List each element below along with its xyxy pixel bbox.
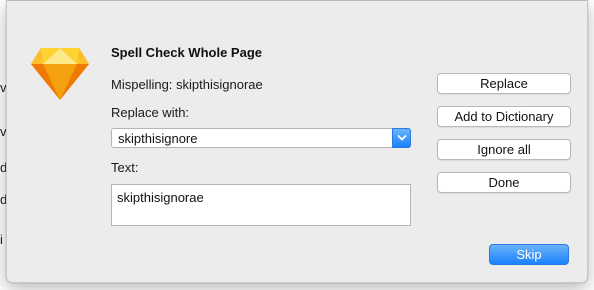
add-to-dictionary-button[interactable]: Add to Dictionary <box>437 106 571 127</box>
sketch-diamond-icon <box>29 42 91 104</box>
replace-button[interactable]: Replace <box>437 73 571 94</box>
done-button[interactable]: Done <box>437 172 571 193</box>
replace-with-combobox[interactable]: skipthisignore <box>111 128 411 148</box>
ignore-all-button[interactable]: Ignore all <box>437 139 571 160</box>
text-label: Text: <box>111 160 139 175</box>
dialog-title: Spell Check Whole Page <box>111 45 262 60</box>
text-area[interactable]: skipthisignorae <box>111 184 411 226</box>
replace-with-label: Replace with: <box>111 105 190 120</box>
skip-button[interactable]: Skip <box>489 244 569 265</box>
background-text-fragment: i <box>0 232 3 247</box>
spell-check-dialog: Spell Check Whole Page Mispelling: skipt… <box>6 0 588 283</box>
replace-with-value[interactable]: skipthisignore <box>118 131 198 146</box>
mispelling-label: Mispelling: skipthisignorae <box>111 77 263 92</box>
text-area-value[interactable]: skipthisignorae <box>117 190 204 205</box>
chevron-down-icon[interactable] <box>392 128 411 148</box>
dialog-top-border <box>7 0 587 1</box>
